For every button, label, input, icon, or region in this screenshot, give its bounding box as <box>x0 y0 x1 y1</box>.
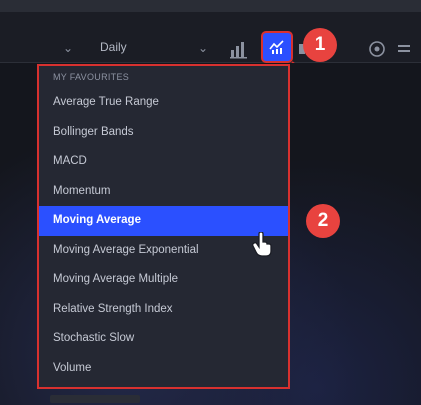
menu-item-moving-average[interactable]: Moving Average <box>39 206 288 236</box>
menu-item-momentum[interactable]: Momentum <box>39 177 288 207</box>
favourites-header: MY FAVOURITES <box>53 72 130 82</box>
menu-item-relative-strength-index[interactable]: Relative Strength Index <box>39 295 288 325</box>
menu-item-volume[interactable]: Volume <box>39 354 288 384</box>
menu-item-moving-average-exponential[interactable]: Moving Average Exponential <box>39 236 288 266</box>
menu-item-moving-average-multiple[interactable]: Moving Average Multiple <box>39 265 288 295</box>
menu-item-bollinger-bands[interactable]: Bollinger Bands <box>39 118 288 148</box>
step-badge-2: 2 <box>306 204 340 238</box>
bottom-control <box>50 395 140 403</box>
menu-item-average-true-range[interactable]: Average True Range <box>39 88 288 118</box>
menu-item-macd[interactable]: MACD <box>39 147 288 177</box>
indicators-dropdown: MY FAVOURITES Average True Range Bolling… <box>37 64 290 389</box>
menu-item-stochastic-slow[interactable]: Stochastic Slow <box>39 324 288 354</box>
hand-pointer-icon <box>252 232 272 257</box>
